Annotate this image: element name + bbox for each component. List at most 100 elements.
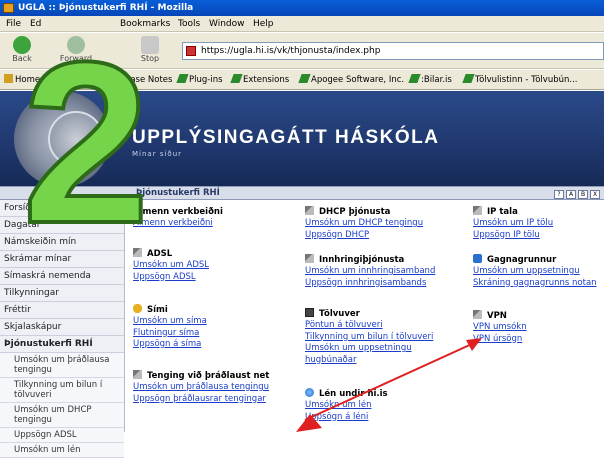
link-uppsogn-innhringi[interactable]: Uppsögn innhringisambands <box>305 278 435 290</box>
home-icon <box>4 74 13 83</box>
bookmark-home[interactable]: Home <box>4 73 40 87</box>
document-icon <box>133 370 142 379</box>
section-len: Lén undir hi.is Umsókn um lén Uppsögn á … <box>305 388 388 423</box>
bookmark-icon <box>462 74 475 83</box>
menu-file[interactable]: File <box>6 18 21 30</box>
link-uppsogn-adsl[interactable]: Uppsögn ADSL <box>133 272 209 284</box>
service-panel: Almenn verkbeiðni Almenn verkbeiðni ADSL… <box>125 200 604 432</box>
stop-button[interactable]: Stop <box>130 36 170 66</box>
link-bilun-tolvuver[interactable]: Tilkynning um bilun í tölvuveri <box>305 332 433 344</box>
sidebar-item-tilkynningar[interactable]: Tilkynningar <box>0 285 124 302</box>
link-uppsetning-hugbunadar[interactable]: Umsókn um uppsetningu <box>305 343 433 355</box>
link-umsokn-adsl[interactable]: Umsókn um ADSL <box>133 260 209 272</box>
computer-icon <box>305 308 314 317</box>
bookmark-tolvulistinn[interactable]: Tölvulistinn - Tölvubún... <box>462 73 578 87</box>
globe-icon <box>305 388 314 397</box>
bookmark-icon <box>408 74 421 83</box>
link-uppsogn-ip[interactable]: Uppsögn IP tölu <box>473 230 553 242</box>
font-large-icon[interactable]: B <box>578 190 588 199</box>
forward-label: Forward <box>59 54 93 63</box>
sidebar-subitem[interactable]: Umsókn um DHCP tengingu <box>0 403 124 428</box>
document-icon <box>473 206 482 215</box>
link-flutningur-sima[interactable]: Flutningur síma <box>133 328 207 340</box>
section-dhcp: DHCP þjónusta Umsókn um DHCP tengingu Up… <box>305 206 423 241</box>
link-umsokn-dhcp[interactable]: Umsókn um DHCP tengingu <box>305 218 423 230</box>
sidebar-subitem[interactable]: Umsókn um lén <box>0 443 124 458</box>
bookmark-extensions[interactable]: Extensions <box>230 73 289 87</box>
back-label: Back <box>12 54 32 63</box>
sidebar-subitem[interactable]: Uppsögn ADSL <box>0 428 124 443</box>
bookmark-icon <box>298 74 311 83</box>
link-umsokn-ip[interactable]: Umsókn um IP tölu <box>473 218 553 230</box>
section-title: Lén undir hi.is <box>319 389 388 399</box>
close-icon[interactable]: X <box>590 190 600 199</box>
sidebar-item-frettir[interactable]: Fréttir <box>0 302 124 319</box>
bookmarks-icon <box>42 74 55 83</box>
bookmark-icon <box>230 74 243 83</box>
menu-window[interactable]: Window <box>209 18 245 30</box>
sidebar-subitem[interactable]: Umsókn um þráðlausa tengingu <box>0 353 124 378</box>
menu-tools[interactable]: Tools <box>178 18 200 30</box>
url-text: https://ugla.hi.is/vk/thjonusta/index.ph… <box>201 46 381 56</box>
section-title: ADSL <box>147 249 173 259</box>
menu-help[interactable]: Help <box>253 18 274 30</box>
window-title-bar: UGLA :: Þjónustukerfi RHÍ - Mozilla <box>0 0 604 16</box>
sidebar-item-simaskra[interactable]: Símaskrá nemenda <box>0 268 124 285</box>
university-seal-icon <box>14 91 110 187</box>
breadcrumb-bar: Þjónustukerfi RHÍ ? A B X <box>0 186 604 200</box>
link-uppsogn-sima[interactable]: Uppsögn á síma <box>133 339 207 351</box>
back-arrow-icon <box>13 36 31 54</box>
link-almenn-verkbeidni[interactable]: Almenn verkbeiðni <box>133 218 223 230</box>
sidebar-item-thjonustukerfi[interactable]: Þjónustukerfi RHÍ <box>0 336 124 353</box>
sidebar-item-skjalaskapur[interactable]: Skjalaskápur <box>0 319 124 336</box>
link-uppsogn-thradlaus[interactable]: Uppsögn þráðlausrar tengingar <box>133 394 269 406</box>
link-uppsogn-dhcp[interactable]: Uppsögn DHCP <box>305 230 423 242</box>
bookmark-label: Apogee Software, Inc. <box>311 75 405 85</box>
sidebar-item-dagatal[interactable]: Dagatal <box>0 217 124 234</box>
url-field[interactable]: https://ugla.hi.is/vk/thjonusta/index.ph… <box>182 42 604 60</box>
forward-button[interactable]: Forward <box>56 36 96 66</box>
help-icon[interactable]: ? <box>554 190 564 199</box>
section-title: Innhringiþjónusta <box>319 255 405 265</box>
site-favicon-icon <box>186 46 196 56</box>
font-small-icon[interactable]: A <box>566 190 576 199</box>
link-uppsogn-len[interactable]: Uppsögn á léni <box>305 412 388 424</box>
section-title: Tenging við þráðlaust net <box>147 371 270 381</box>
stop-icon <box>141 36 159 54</box>
document-icon <box>133 248 142 257</box>
section-title: VPN <box>487 311 507 321</box>
bookmarks-toolbar: Home Bookmarks Release Notes Plug-ins Ex… <box>0 70 604 90</box>
section-title: Tölvuver <box>319 309 360 319</box>
phone-icon <box>133 304 142 313</box>
bookmark-plugins[interactable]: Plug-ins <box>176 73 223 87</box>
menu-bookmarks[interactable]: Bookmarks <box>120 18 170 30</box>
link-umsokn-thradlaus[interactable]: Umsókn um þráðlausa tengingu <box>133 382 269 394</box>
section-simi: Sími Umsókn um síma Flutningur síma Upps… <box>133 304 207 351</box>
link-umsokn-len[interactable]: Umsókn um lén <box>305 400 388 412</box>
link-vpn-umsokn[interactable]: VPN umsókn <box>473 322 527 334</box>
sidebar-item-forsida[interactable]: Forsíða <box>0 200 124 217</box>
bookmark-apogee[interactable]: Apogee Software, Inc. <box>298 73 405 87</box>
sidebar-item-namskeid[interactable]: Námskeiðin mín <box>0 234 124 251</box>
database-icon <box>473 254 482 263</box>
link-uppsetning-hugbunadar-cont[interactable]: hugbúnaðar <box>305 355 433 367</box>
section-ip: IP tala Umsókn um IP tölu Uppsögn IP töl… <box>473 206 553 241</box>
link-vpn-ursogn[interactable]: VPN úrsögn <box>473 334 527 346</box>
link-pontun-tolvuver[interactable]: Pöntun á tölvuveri <box>305 320 433 332</box>
link-umsokn-uppsetningu[interactable]: Umsókn um uppsetningu <box>473 266 597 278</box>
bookmark-bookmarks[interactable]: Bookmarks <box>42 73 103 87</box>
link-umsokn-sima[interactable]: Umsókn um síma <box>133 316 207 328</box>
menu-edit[interactable]: Ed <box>30 18 41 30</box>
link-skraning-gagnagrunns[interactable]: Skráning gagnagrunns notan <box>473 278 597 290</box>
section-title: IP tala <box>487 207 518 217</box>
document-icon <box>305 206 314 215</box>
site-title: UPPLÝSINGAGÁTT HÁSKÓLA <box>132 127 440 148</box>
link-umsokn-innhringi[interactable]: Umsókn um innhringisamband <box>305 266 435 278</box>
sidebar-item-skraningar[interactable]: Skrámar mínar <box>0 251 124 268</box>
bookmark-icon <box>176 74 189 83</box>
section-adsl: ADSL Umsókn um ADSL Uppsögn ADSL <box>133 248 209 283</box>
sidebar-subitem[interactable]: Tilkynning um bilun í tölvuveri <box>0 378 124 403</box>
bookmark-release-notes[interactable]: Release Notes <box>112 73 172 87</box>
bookmark-bilar[interactable]: :Bilar.is <box>408 73 452 87</box>
back-button[interactable]: Back <box>2 36 42 66</box>
